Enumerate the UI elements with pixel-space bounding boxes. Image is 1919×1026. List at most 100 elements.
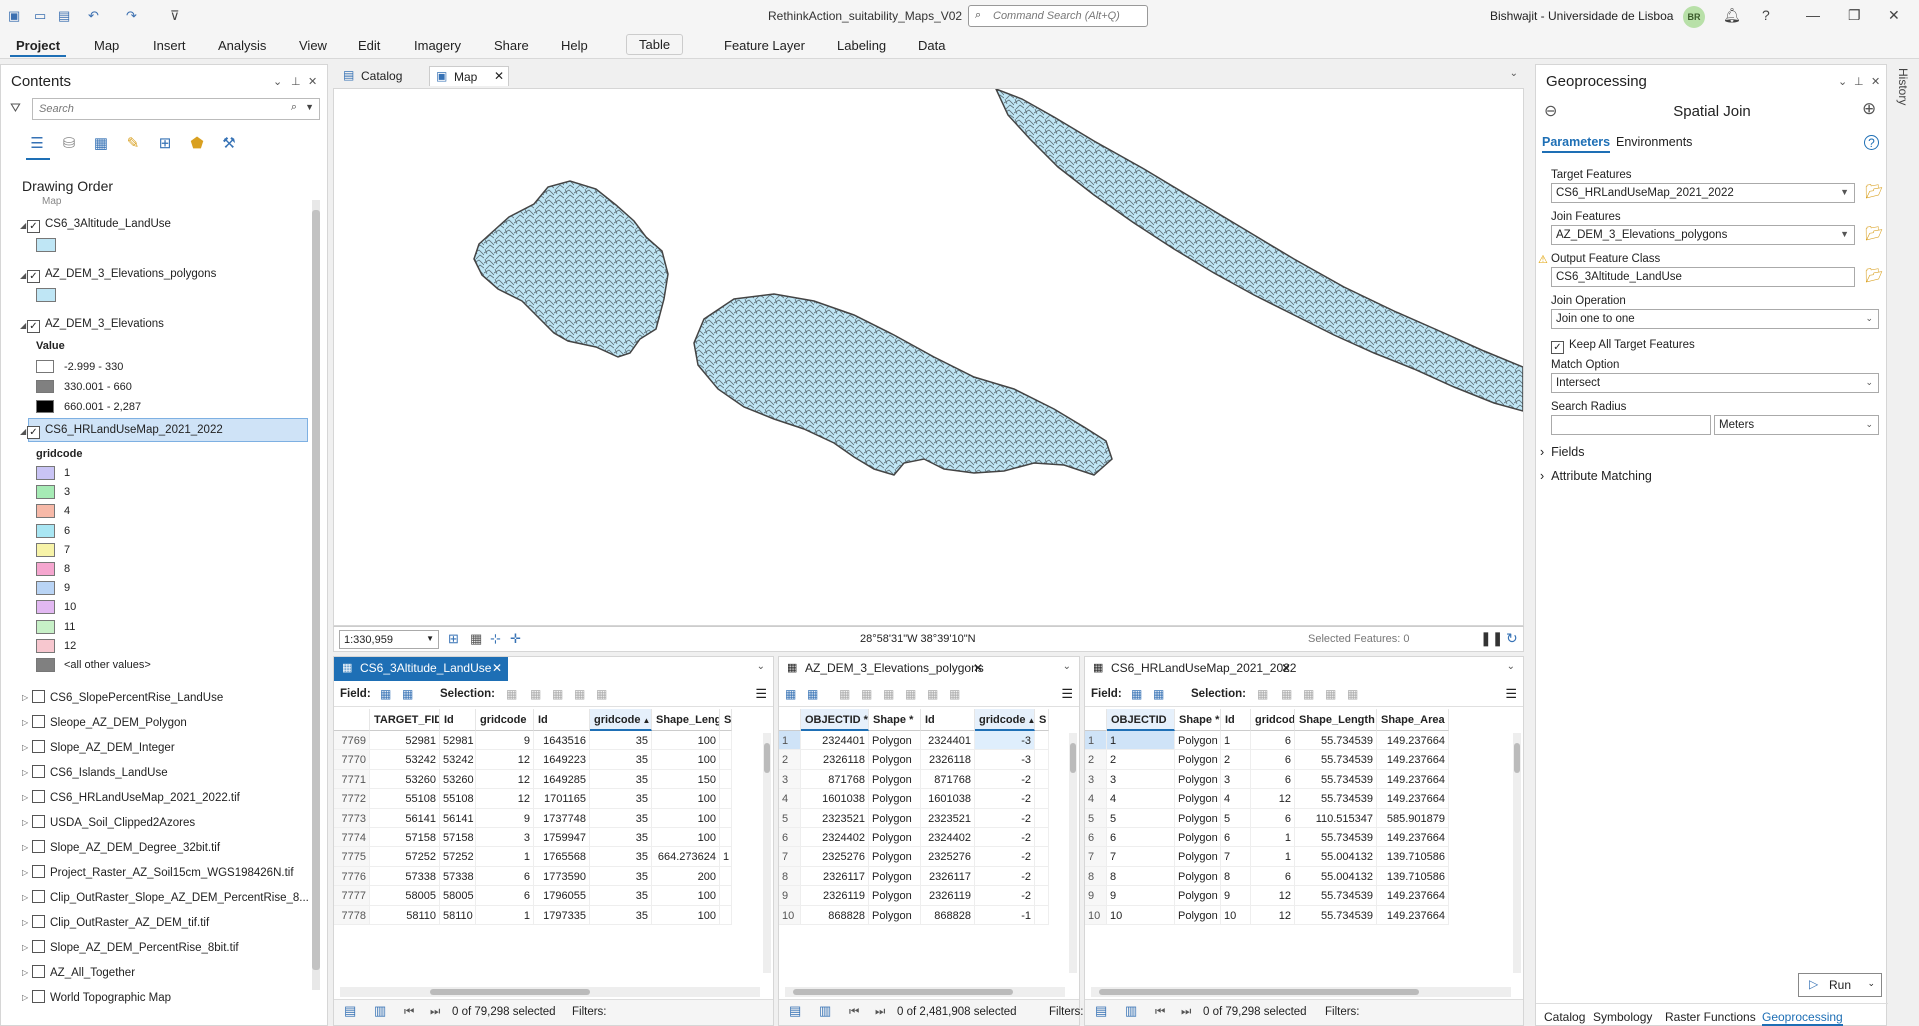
row-number[interactable]: 4	[779, 789, 801, 809]
row-number[interactable]: 7	[1085, 847, 1107, 867]
table-cell[interactable]: 139.710586	[1377, 847, 1449, 867]
close-tab-icon[interactable]: ✕	[494, 69, 504, 83]
row-number[interactable]: 7770	[334, 750, 370, 770]
first-record-icon[interactable]: ⏮	[1155, 1006, 1165, 1019]
table-cell[interactable]: 57158	[370, 828, 440, 848]
table-tool-icon[interactable]: ▦	[380, 687, 391, 701]
table-cell[interactable]: 4	[1107, 789, 1175, 809]
menu-icon[interactable]: ☰	[755, 686, 767, 702]
contents-scrollbar[interactable]	[312, 200, 320, 990]
table-cell[interactable]: 57338	[440, 866, 476, 887]
table-cell[interactable]: 3	[1107, 769, 1175, 790]
table-cell[interactable]: 2326119	[921, 886, 975, 906]
table-cell[interactable]	[1035, 769, 1049, 790]
table-cell[interactable]: -1	[975, 905, 1035, 925]
table-cell[interactable]: 110.515347	[1295, 808, 1377, 828]
table-cell[interactable]: 2	[1221, 750, 1251, 770]
table-cell[interactable]: 12	[1251, 789, 1295, 809]
row-number[interactable]: 6	[1085, 828, 1107, 848]
row-number[interactable]: 7778	[334, 905, 370, 925]
layer-item[interactable]: CS6_SlopePercentRise_LandUse	[32, 690, 223, 704]
table-cell[interactable]: Polygon	[869, 808, 921, 828]
table-cell[interactable]: 55.004132	[1295, 866, 1377, 887]
row-number[interactable]: 5	[1085, 808, 1107, 828]
table-cell[interactable]: 100	[652, 750, 720, 770]
table-cell[interactable]: 2	[1107, 750, 1175, 770]
table-cell[interactable]: 12	[476, 789, 534, 809]
close-pane-icon[interactable]: ✕	[308, 75, 317, 88]
table-cell[interactable]: 1601038	[801, 789, 869, 809]
grid-icon[interactable]: ▦	[470, 631, 482, 647]
last-record-icon[interactable]: ⏭	[875, 1006, 885, 1019]
table-cell[interactable]: 2324402	[921, 828, 975, 848]
show-all-records-icon[interactable]: ▤	[344, 1003, 356, 1019]
layer-item[interactable]: Sleope_AZ_DEM_Polygon	[32, 715, 187, 729]
layer-az-dem-3-elevations-polygons[interactable]: ✓ AZ_DEM_3_Elevations_polygons	[27, 268, 216, 283]
refresh-icon[interactable]: ↻	[1506, 630, 1518, 647]
tab-parameters[interactable]: Parameters	[1542, 135, 1611, 153]
table-cell[interactable]: 35	[590, 731, 652, 751]
table-cell[interactable]: 2324401	[801, 731, 869, 751]
column-header[interactable]: OBJECTID	[1107, 709, 1175, 731]
fixed-zoom-icon[interactable]: ⊞	[448, 631, 459, 647]
horizontal-scrollbar[interactable]	[340, 987, 760, 997]
vertical-scrollbar[interactable]	[1513, 733, 1521, 973]
expand-triangle-icon[interactable]: ▷	[22, 818, 28, 827]
layer-item[interactable]: World Topographic Map	[32, 990, 171, 1004]
table-cell[interactable]: -2	[975, 769, 1035, 790]
list-by-drawing-order-icon[interactable]: ☰	[26, 134, 48, 156]
table-tool-icon[interactable]: ▦	[402, 687, 413, 701]
row-number[interactable]: 7771	[334, 769, 370, 790]
first-record-icon[interactable]: ⏮	[849, 1006, 859, 1019]
table-tool-icon[interactable]: ▦	[1257, 687, 1268, 701]
table-cell[interactable]: -3	[975, 750, 1035, 770]
table-cell[interactable]: 55.734539	[1295, 905, 1377, 925]
add-icon[interactable]: ⊕	[1862, 99, 1876, 119]
snapping-icon[interactable]: ⊹	[490, 631, 501, 647]
row-number[interactable]: 1	[1085, 731, 1107, 751]
expand-triangle-icon[interactable]: ▷	[22, 918, 28, 927]
navigate-icon[interactable]: ✛	[510, 631, 521, 647]
table-cell[interactable]: 100	[652, 886, 720, 906]
tab-help[interactable]: Help	[555, 36, 594, 55]
tab-edit[interactable]: Edit	[352, 36, 386, 55]
history-side-tab[interactable]: History	[1890, 64, 1919, 1026]
layer-checkbox[interactable]	[32, 990, 45, 1003]
table-tab[interactable]: ▦ CS6_HRLandUseMap_2021_2022 ✕	[1085, 657, 1297, 681]
filter-icon[interactable]: ⛛	[10, 100, 21, 116]
layer-item[interactable]: Slope_AZ_DEM_Degree_32bit.tif	[32, 840, 220, 854]
table-cell[interactable]: 8	[1221, 866, 1251, 887]
table-cell[interactable]: 149.237664	[1377, 828, 1449, 848]
table-cell[interactable]: 1796055	[534, 886, 590, 906]
table-cell[interactable]: 10	[1107, 905, 1175, 925]
table-cell[interactable]: 149.237664	[1377, 789, 1449, 809]
table-cell[interactable]	[720, 866, 732, 887]
tab-share[interactable]: Share	[488, 36, 535, 55]
layer-checkbox[interactable]	[32, 790, 45, 803]
table-cell[interactable]: 1	[476, 847, 534, 867]
expand-triangle-icon[interactable]: ◢	[20, 221, 26, 230]
options-icon[interactable]: ⌄	[1838, 75, 1847, 88]
table-cell[interactable]: 6	[1251, 769, 1295, 790]
row-number[interactable]: 7776	[334, 866, 370, 887]
table-cell[interactable]: 868828	[801, 905, 869, 925]
column-header[interactable]: Shape *	[869, 709, 921, 731]
table-cell[interactable]: 2325276	[921, 847, 975, 867]
tab-catalog-pane[interactable]: Catalog	[1544, 1010, 1585, 1024]
save-icon[interactable]: ▤	[58, 8, 70, 24]
menu-icon[interactable]: ☰	[1061, 686, 1073, 702]
layer-item[interactable]: Clip_OutRaster_AZ_DEM_tif.tif	[32, 915, 209, 929]
table-tool-icon[interactable]: ▦	[1281, 687, 1292, 701]
close-tab-icon[interactable]: ✕	[492, 661, 502, 675]
layer-az-dem-3-elevations[interactable]: ✓ AZ_DEM_3_Elevations	[27, 318, 164, 333]
table-cell[interactable]: 1737748	[534, 808, 590, 828]
table-cell[interactable]: 55.734539	[1295, 886, 1377, 906]
row-number[interactable]: 8	[779, 866, 801, 887]
list-by-snapping-icon[interactable]: ⊞	[154, 134, 176, 156]
table-cell[interactable]: 1	[1107, 731, 1175, 751]
table-cell[interactable]: 6	[476, 866, 534, 887]
table-cell[interactable]: 8	[1107, 866, 1175, 887]
expand-triangle-icon[interactable]: ◢	[20, 427, 26, 436]
table-cell[interactable]	[720, 789, 732, 809]
table-cell[interactable]: 53242	[440, 750, 476, 770]
